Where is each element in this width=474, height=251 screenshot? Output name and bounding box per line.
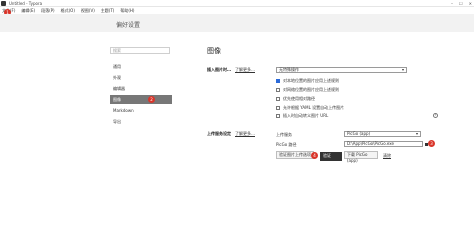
- checkbox[interactable]: [276, 88, 280, 92]
- option-label: 对本地位置的图片应用上述规则: [283, 78, 339, 83]
- checkbox[interactable]: [276, 97, 280, 101]
- service-field-label: 上传服务: [276, 132, 292, 137]
- maximize-button[interactable]: ☐: [459, 1, 463, 6]
- upload-learn-more-link[interactable]: 了解更多…: [235, 131, 255, 137]
- verify-tooltip: 验证: [320, 152, 342, 161]
- menu-paragraph[interactable]: 段落(P): [41, 8, 55, 14]
- insert-learn-more-link[interactable]: 了解更多…: [235, 67, 255, 73]
- minimize-button[interactable]: –: [451, 1, 453, 6]
- sidebar-item-general[interactable]: 通用: [110, 62, 172, 71]
- insert-action-select[interactable]: 无特殊操作 ▾: [276, 67, 407, 73]
- sidebar-item-image[interactable]: 图像: [110, 95, 172, 104]
- option-escape-url[interactable]: 插入时自动转义图片 URL: [276, 113, 328, 119]
- chevron-down-icon: ▾: [415, 131, 418, 136]
- upload-service-select[interactable]: PicGo (app) ▾: [344, 131, 421, 137]
- download-picgo-button[interactable]: 下载 PicGo (app): [344, 151, 378, 163]
- window-title: Untitled - Typora: [9, 0, 43, 6]
- insert-action-value: 无特殊操作: [279, 67, 299, 72]
- sidebar-item-appearance[interactable]: 外观: [110, 73, 172, 82]
- menu-edit[interactable]: 编辑(E): [21, 8, 35, 14]
- picgo-path-label: PicGo 路径: [276, 142, 297, 147]
- option-label: 插入时自动转义图片 URL: [283, 113, 329, 118]
- sidebar-item-editor[interactable]: 编辑器: [110, 84, 172, 93]
- menu-help[interactable]: 帮助(H): [120, 8, 134, 14]
- clear-link[interactable]: 清除: [383, 153, 391, 159]
- option-local-images[interactable]: 对本地位置的图片应用上述规则: [276, 78, 339, 84]
- option-relative-path[interactable]: 优先使用相对路径: [276, 96, 315, 102]
- option-yaml-upload[interactable]: 允许根据 YAML 设置自动上传图片: [276, 105, 344, 111]
- page-title: 图像: [207, 47, 221, 55]
- option-label: 优先使用相对路径: [283, 96, 315, 101]
- verify-upload-button[interactable]: 验证图片上传选项: [276, 151, 314, 159]
- help-icon[interactable]: ?: [433, 113, 438, 118]
- option-network-images[interactable]: 对网络位置的图片应用上述规则: [276, 87, 339, 93]
- menu-view[interactable]: 视图(V): [81, 8, 95, 14]
- checkbox-checked[interactable]: [276, 79, 280, 83]
- picgo-path-input[interactable]: D:\App\PicGo\PicGo.exe: [344, 141, 423, 147]
- preferences-search-input[interactable]: 搜索: [110, 47, 170, 54]
- preferences-back-title[interactable]: 偏好设置: [116, 20, 140, 29]
- insert-image-label: 插入图片时…: [207, 67, 231, 72]
- step-badge: 2: [148, 96, 155, 103]
- checkbox[interactable]: [276, 106, 280, 110]
- typora-app-icon: [1, 0, 6, 6]
- option-label: 对网络位置的图片应用上述规则: [283, 87, 339, 92]
- preferences-header: [0, 14, 474, 32]
- step-badge: 3: [428, 140, 435, 147]
- close-button[interactable]: ✕: [469, 1, 472, 6]
- option-label: 允许根据 YAML 设置自动上传图片: [283, 105, 345, 110]
- sidebar-item-markdown[interactable]: Markdown: [110, 106, 172, 115]
- checkbox[interactable]: [276, 114, 280, 118]
- menu-bar: 文件(F) 编辑(E) 段落(P) 格式(O) 视图(V) 主题(T) 帮助(H…: [0, 7, 474, 14]
- sidebar-item-export[interactable]: 导出: [110, 117, 172, 126]
- menu-format[interactable]: 格式(O): [61, 8, 75, 14]
- chevron-down-icon: ▾: [401, 67, 404, 72]
- window-controls: – ☐ ✕: [451, 0, 472, 7]
- title-bar: Untitled - Typora – ☐ ✕: [0, 0, 474, 7]
- menu-theme[interactable]: 主题(T): [101, 8, 115, 14]
- step-badge: 4: [311, 152, 318, 159]
- upload-service-label: 上传服务设定: [207, 131, 231, 136]
- upload-service-value: PicGo (app): [347, 131, 371, 136]
